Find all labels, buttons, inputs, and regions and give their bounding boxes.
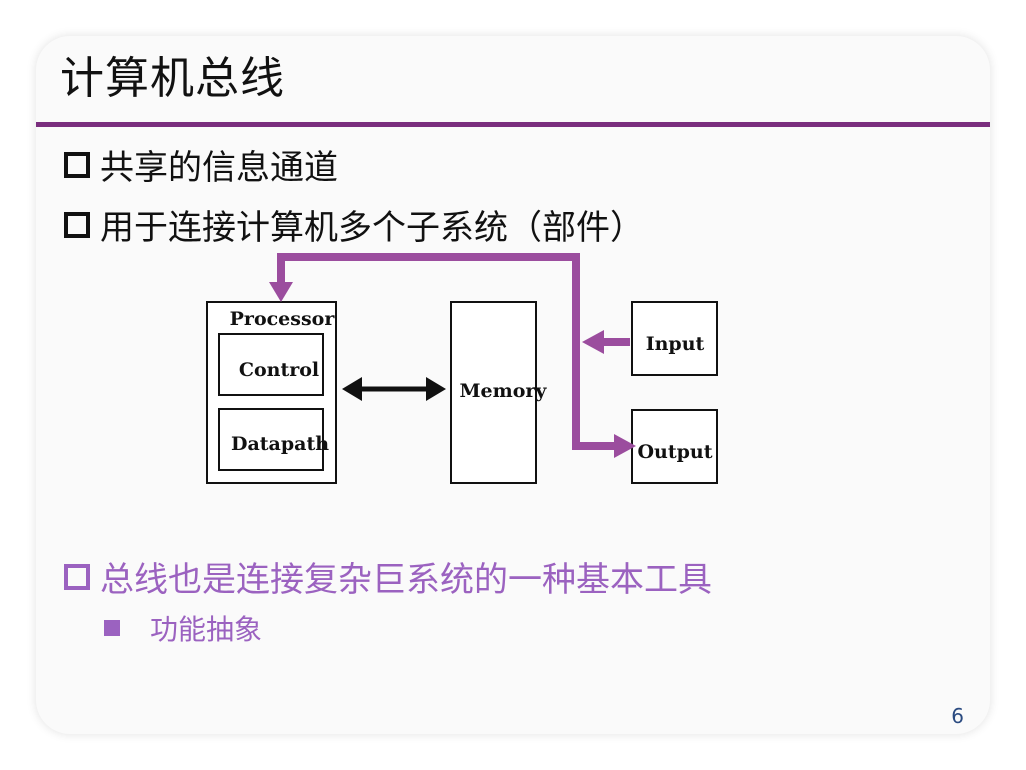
output-label: Output	[637, 441, 712, 463]
processor-memory-arrow	[342, 377, 446, 401]
memory-label: Memory	[460, 380, 548, 402]
input-label: Input	[646, 333, 705, 355]
computer-bus-diagram: Processor Control Datapath Memory Input …	[206, 253, 718, 484]
bus-to-processor-arrowhead	[269, 282, 293, 302]
input-to-bus-arrowhead	[582, 330, 604, 354]
datapath-label: Datapath	[231, 433, 329, 455]
control-label: Control	[239, 359, 319, 381]
processor-label: Processor	[230, 308, 336, 330]
